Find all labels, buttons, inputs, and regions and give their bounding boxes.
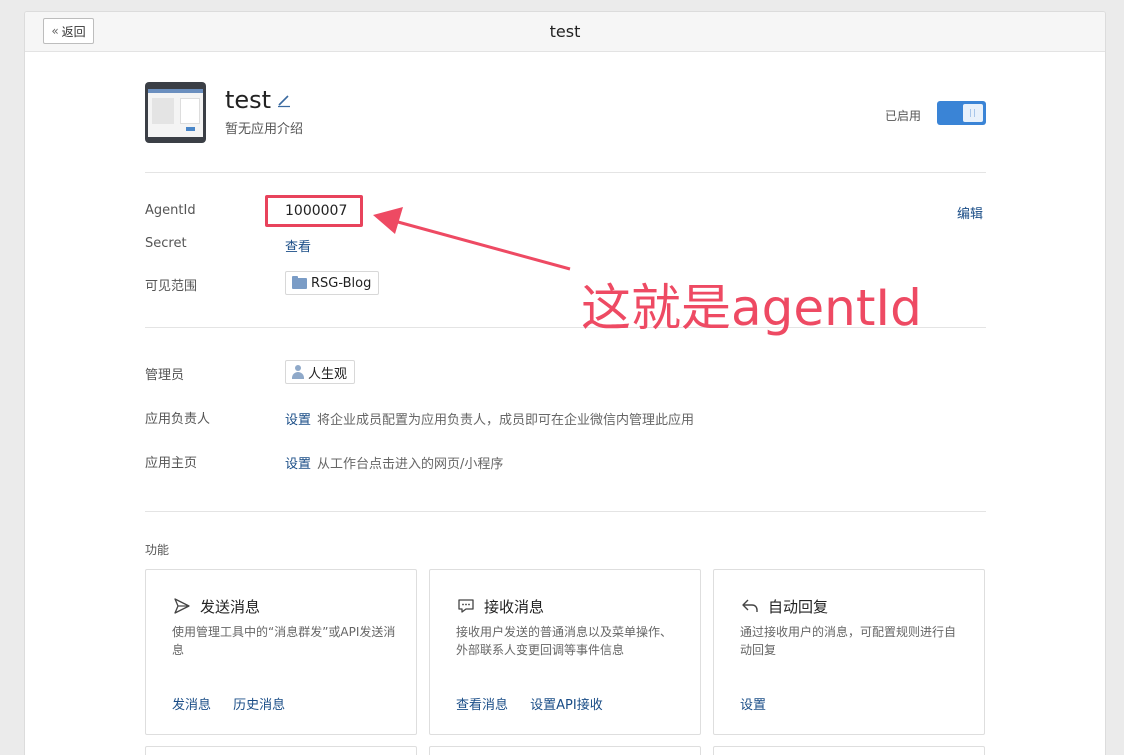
chat-icon [458,599,474,613]
feature-card-partial [429,746,701,755]
card-description: 接收用户发送的普通消息以及菜单操作、外部联系人变更回调等事件信息 [456,625,673,657]
card-description: 使用管理工具中的“消息群发”或API发送消息 [172,625,396,657]
view-message-link[interactable]: 查看消息 [456,698,508,713]
feature-card-receive: 接收消息 接收用户发送的普通消息以及菜单操作、外部联系人变更回调等事件信息 查看… [429,569,701,735]
card-links: 发消息 历史消息 [172,694,303,713]
annotation-text: 这就是agentId [581,279,922,337]
send-icon [174,598,190,614]
setup-api-receive-link[interactable]: 设置API接收 [530,698,603,713]
card-title: 发送消息 [200,598,261,616]
reply-icon [742,599,758,612]
feature-card-partial [145,746,417,755]
card-title: 自动回复 [768,598,829,616]
history-message-link[interactable]: 历史消息 [233,698,285,713]
card-links: 查看消息 设置API接收 [456,694,621,713]
auto-reply-setting-link[interactable]: 设置 [740,698,766,713]
app-detail-panel: « 返回 test test 暂无应用介绍 已启用 AgentId 100000… [24,11,1106,755]
features-section-label: 功能 [145,543,170,557]
card-description: 通过接收用户的消息，可配置规则进行自动回复 [740,625,957,657]
feature-card-partial [713,746,985,755]
card-title: 接收消息 [484,598,545,616]
send-message-link[interactable]: 发消息 [172,698,211,713]
feature-card-auto-reply: 自动回复 通过接收用户的消息，可配置规则进行自动回复 设置 [713,569,985,735]
feature-card-send: 发送消息 使用管理工具中的“消息群发”或API发送消息 发消息 历史消息 [145,569,417,735]
card-links: 设置 [740,694,784,713]
